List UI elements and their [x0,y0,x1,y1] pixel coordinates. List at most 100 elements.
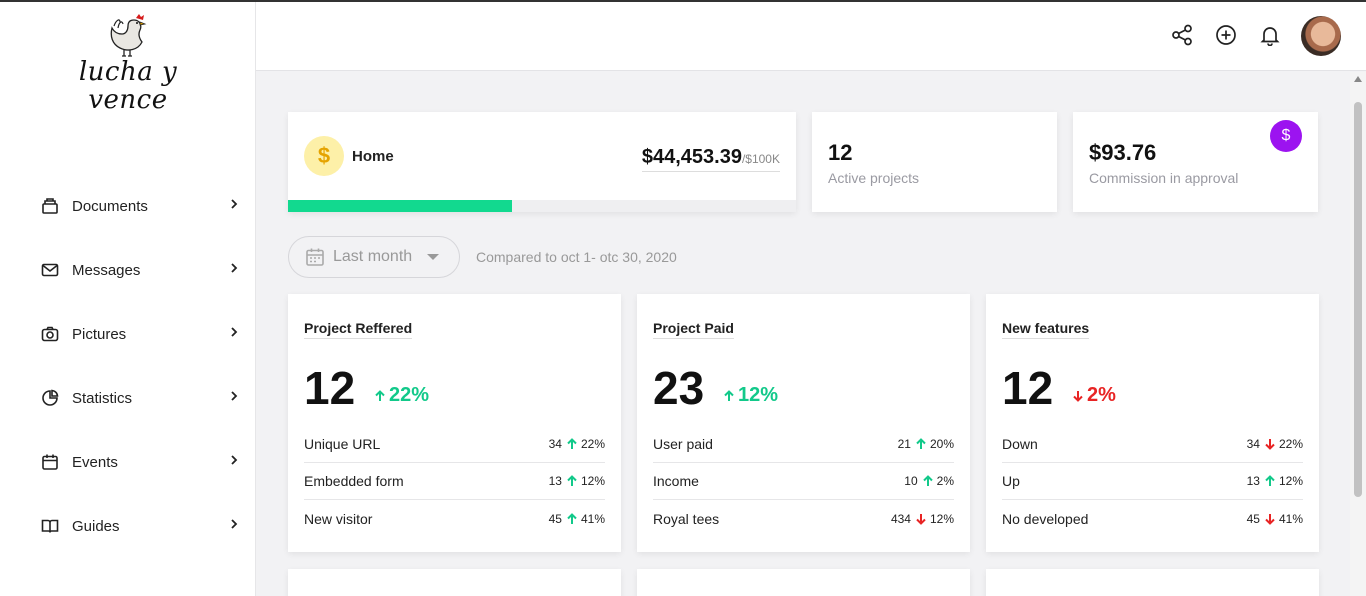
scroll-thumb[interactable] [1354,102,1362,497]
sidebar-item-label: Events [72,453,118,471]
period-select-value: Last month [333,248,413,265]
rooster-icon [110,14,147,57]
metric-row-label: User paid [653,436,713,452]
metric-row-label: Royal tees [653,510,720,527]
metric-value: 23 [653,362,705,414]
brand-logo[interactable]: lucha y vence [72,12,184,122]
metric-row-label: Embedded form [304,473,404,489]
commission-card: $93.76 Commission in approval $ [1073,112,1318,212]
home-balance-card: $ Home $44,453.39/$100K [288,112,796,212]
metric-row-count: 34 [1246,437,1260,451]
sidebar-item-documents[interactable]: Documents [40,194,240,218]
metric-card-partial [637,569,970,596]
commission-label: Commission in approval [1089,170,1239,186]
chevron-right-icon [228,261,240,279]
mail-icon [40,260,60,280]
arrow-up-icon [567,475,577,486]
home-amount: $44,453.39/$100K [641,146,780,172]
metric-row-label: Unique URL [304,436,381,452]
period-select[interactable]: Last month [288,236,460,278]
sidebar: lucha y vence Documents Messages Picture… [0,2,256,596]
calendar-icon [40,452,60,472]
bell-icon[interactable] [1257,22,1283,48]
arrow-down-icon [1073,390,1083,402]
camera-icon [40,324,60,344]
metric-row-label: No developed [1002,510,1089,527]
compare-text: Compared to oct 1- otc 30, 2020 [476,249,677,265]
active-projects-label: Active projects [828,170,920,186]
metric-row-values: 434 12% [891,512,954,526]
metric-card-referred: Project Reffered 12 22% Unique URL 34 22%… [288,294,621,552]
pie-chart-icon [40,388,60,408]
add-circle-icon[interactable] [1213,22,1239,48]
sidebar-item-messages[interactable]: Messages [40,258,240,282]
metric-card-paid: Project Paid 23 12% User paid 21 20% Inco… [637,294,970,552]
metric-row: Down 34 22% [1002,426,1303,463]
metric-row-values: 13 12% [549,474,605,488]
sidebar-item-statistics[interactable]: Statistics [40,386,240,410]
metric-row-count: 21 [897,437,911,451]
arrow-up-icon [1265,475,1275,486]
metric-change: 22% [370,384,429,407]
metric-row-values: 13 12% [1247,474,1303,488]
arrow-up-icon [375,389,385,401]
sidebar-item-pictures[interactable]: Pictures [40,322,240,346]
metric-card-partial [986,569,1319,596]
sidebar-item-label: Documents [72,197,148,215]
brand-line-1: lucha y [78,57,178,87]
arrow-up-icon [922,475,933,486]
arrow-down-icon [916,513,926,525]
metric-row: No developed 45 41% [1002,500,1303,537]
metric-row-label: Down [1002,436,1038,452]
commission-value: $93.76 [1089,140,1157,165]
metric-row-count: 13 [548,474,562,488]
chevron-right-icon [228,453,240,471]
user-avatar[interactable] [1301,16,1341,56]
metric-row-pct: 12% [580,474,605,488]
sidebar-item-label: Messages [72,261,141,279]
metric-row-pct: 22% [580,437,605,451]
home-progress-fill [288,200,512,212]
sidebar-item-label: Guides [72,517,120,535]
metric-row-label: New visitor [304,510,373,527]
calendar-icon [306,248,324,266]
metric-row-pct: 22% [1278,437,1303,451]
metric-row-pct: 12% [1278,474,1303,488]
top-header [256,2,1366,71]
arrow-down-icon [1265,513,1275,525]
chevron-down-icon [427,254,439,260]
chevron-right-icon [228,325,240,343]
metric-row-values: 21 20% [898,437,954,451]
metric-row-count: 45 [1246,511,1260,526]
metric-row-label: Income [653,473,699,489]
active-projects-card: 12 Active projects [812,112,1057,212]
metric-row: Unique URL 34 22% [304,426,605,463]
chevron-right-icon [228,517,240,535]
share-icon[interactable] [1169,22,1195,48]
sidebar-item-label: Statistics [72,389,133,407]
scroll-up-arrow-icon[interactable] [1354,76,1362,82]
metric-value: 12 [1002,362,1054,414]
metric-change-value: 2% [1087,384,1116,406]
metric-row-count: 45 [548,511,562,526]
sidebar-item-label: Pictures [72,325,127,343]
sidebar-item-guides[interactable]: Guides [40,514,240,538]
metric-title: Project Paid [653,320,734,339]
metric-row-pct: 12% [929,511,954,526]
metric-row: Income 10 2% [653,463,954,500]
arrow-up-icon [724,389,734,401]
metric-card-features: New features 12 2% Down 34 22% Up 13 12% N… [986,294,1319,552]
metric-row-values: 34 22% [549,437,605,451]
chevron-right-icon [228,197,240,215]
metric-row-values: 10 2% [904,474,954,488]
home-label: Home [352,148,394,165]
arrow-up-icon [567,438,577,449]
metric-change: 12% [719,384,778,407]
metric-row-count: 34 [548,437,562,451]
brand-line-2: vence [88,85,168,115]
sidebar-item-events[interactable]: Events [40,450,240,474]
arrow-up-icon [567,512,577,524]
home-amount-target: /$100K [741,152,780,166]
metric-row-count: 434 [890,511,911,526]
page-scrollbar[interactable] [1350,72,1366,596]
